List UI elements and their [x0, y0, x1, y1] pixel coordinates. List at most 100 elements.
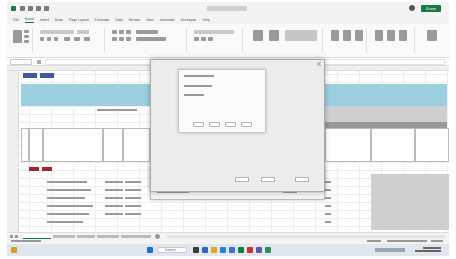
- undo-icon[interactable]: [36, 6, 41, 11]
- table-cell[interactable]: [325, 221, 331, 223]
- tab-page-layout[interactable]: Page Layout: [69, 17, 89, 23]
- table-cell[interactable]: [325, 197, 331, 199]
- header-cell[interactable]: [21, 128, 29, 162]
- row-headers[interactable]: [7, 71, 19, 232]
- wrap-text-button[interactable]: [136, 30, 158, 34]
- name-box[interactable]: [10, 59, 32, 65]
- header-cell[interactable]: [29, 128, 43, 162]
- table-row[interactable]: [47, 221, 83, 223]
- header-cell[interactable]: [43, 128, 103, 162]
- table-row[interactable]: [47, 213, 89, 215]
- currency-icon[interactable]: [194, 37, 199, 41]
- prev-sheet-icon[interactable]: [10, 235, 13, 238]
- table-cell[interactable]: [105, 213, 123, 215]
- copy-icon[interactable]: [24, 35, 29, 38]
- table-cell[interactable]: [105, 189, 123, 191]
- autosum-icon[interactable]: [375, 30, 383, 41]
- tab-developer[interactable]: Developer: [181, 17, 197, 23]
- italic-icon[interactable]: [47, 37, 51, 41]
- format-painter-icon[interactable]: [24, 40, 29, 43]
- task-view-icon[interactable]: [193, 247, 199, 253]
- table-row[interactable]: [47, 181, 87, 183]
- table-cell[interactable]: [325, 205, 331, 207]
- tab-home[interactable]: Home: [24, 16, 34, 23]
- taskbar-search-box[interactable]: Search: [157, 247, 187, 253]
- table-cell[interactable]: [125, 197, 141, 199]
- header-cell[interactable]: [415, 128, 449, 162]
- sheet-macro-button-2[interactable]: [40, 73, 54, 78]
- file-explorer-icon[interactable]: [211, 247, 217, 253]
- dialog-button[interactable]: [241, 122, 252, 127]
- tab-insert[interactable]: Insert: [40, 17, 49, 23]
- sheet-tab[interactable]: [53, 235, 75, 238]
- table-cell[interactable]: [125, 189, 141, 191]
- align-middle-icon[interactable]: [119, 30, 124, 34]
- table-row[interactable]: [47, 205, 93, 207]
- insert-cells-icon[interactable]: [331, 30, 339, 41]
- edge-icon[interactable]: [220, 247, 226, 253]
- cut-icon[interactable]: [24, 30, 29, 33]
- system-tray[interactable]: [375, 248, 405, 252]
- dialog-button[interactable]: [193, 122, 204, 127]
- tab-review[interactable]: Review: [129, 17, 140, 23]
- dialog-close-icon[interactable]: [316, 61, 322, 67]
- dialog-button[interactable]: [261, 177, 275, 182]
- dialog-button[interactable]: [235, 177, 249, 182]
- red-action-button-2[interactable]: [42, 167, 52, 171]
- conditional-formatting-icon[interactable]: [253, 30, 263, 41]
- view-buttons[interactable]: [367, 240, 381, 242]
- tab-automate[interactable]: Automate: [160, 17, 175, 23]
- table-cell[interactable]: [125, 181, 141, 183]
- zoom-slider[interactable]: [387, 240, 427, 242]
- tab-formulas[interactable]: Formulas: [95, 17, 110, 23]
- delete-cells-icon[interactable]: [343, 30, 351, 41]
- align-top-icon[interactable]: [112, 30, 117, 34]
- store-icon[interactable]: [229, 247, 235, 253]
- table-cell[interactable]: [105, 205, 123, 207]
- search-box[interactable]: [207, 6, 247, 11]
- header-cell[interactable]: [123, 128, 150, 162]
- tab-file[interactable]: File: [13, 17, 19, 23]
- percent-icon[interactable]: [201, 37, 206, 41]
- header-cell[interactable]: [103, 128, 123, 162]
- borders-icon[interactable]: [64, 37, 70, 41]
- app-icon[interactable]: [247, 247, 253, 253]
- fill-color-icon[interactable]: [74, 37, 80, 41]
- dialog-button[interactable]: [295, 177, 309, 182]
- sheet-macro-button-1[interactable]: [23, 73, 37, 78]
- sheet-tab[interactable]: [97, 235, 119, 238]
- table-cell[interactable]: [325, 181, 331, 183]
- align-right-icon[interactable]: [126, 37, 131, 41]
- analyze-data-icon[interactable]: [427, 30, 437, 41]
- table-row[interactable]: [47, 197, 85, 199]
- font-name-select[interactable]: [40, 30, 74, 34]
- table-cell[interactable]: [105, 181, 123, 183]
- dialog-button[interactable]: [225, 122, 236, 127]
- tab-data[interactable]: Data: [115, 17, 122, 23]
- font-size-select[interactable]: [77, 30, 89, 34]
- merge-center-button[interactable]: [136, 37, 166, 41]
- tab-view[interactable]: View: [146, 17, 154, 23]
- comma-icon[interactable]: [208, 37, 213, 41]
- dialog-button[interactable]: [209, 122, 220, 127]
- header-cell[interactable]: [371, 128, 415, 162]
- table-cell[interactable]: [325, 213, 331, 215]
- avatar[interactable]: [409, 5, 415, 11]
- table-cell[interactable]: [325, 189, 331, 191]
- font-color-icon[interactable]: [84, 37, 90, 41]
- app-icon[interactable]: [265, 247, 271, 253]
- zoom-level[interactable]: [431, 240, 443, 242]
- next-sheet-icon[interactable]: [15, 235, 18, 238]
- tab-draw[interactable]: Draw: [55, 17, 63, 23]
- underline-icon[interactable]: [54, 37, 58, 41]
- sheet-tab[interactable]: [121, 235, 151, 238]
- table-row[interactable]: [47, 189, 91, 191]
- cell-styles-gallery[interactable]: [285, 30, 317, 41]
- save-icon[interactable]: [28, 6, 33, 11]
- format-as-table-icon[interactable]: [269, 30, 279, 41]
- red-action-button-1[interactable]: [29, 167, 39, 171]
- windows-logo-icon[interactable]: [147, 247, 153, 253]
- align-center-icon[interactable]: [119, 37, 124, 41]
- clock[interactable]: [411, 247, 441, 253]
- sort-filter-icon[interactable]: [387, 30, 395, 41]
